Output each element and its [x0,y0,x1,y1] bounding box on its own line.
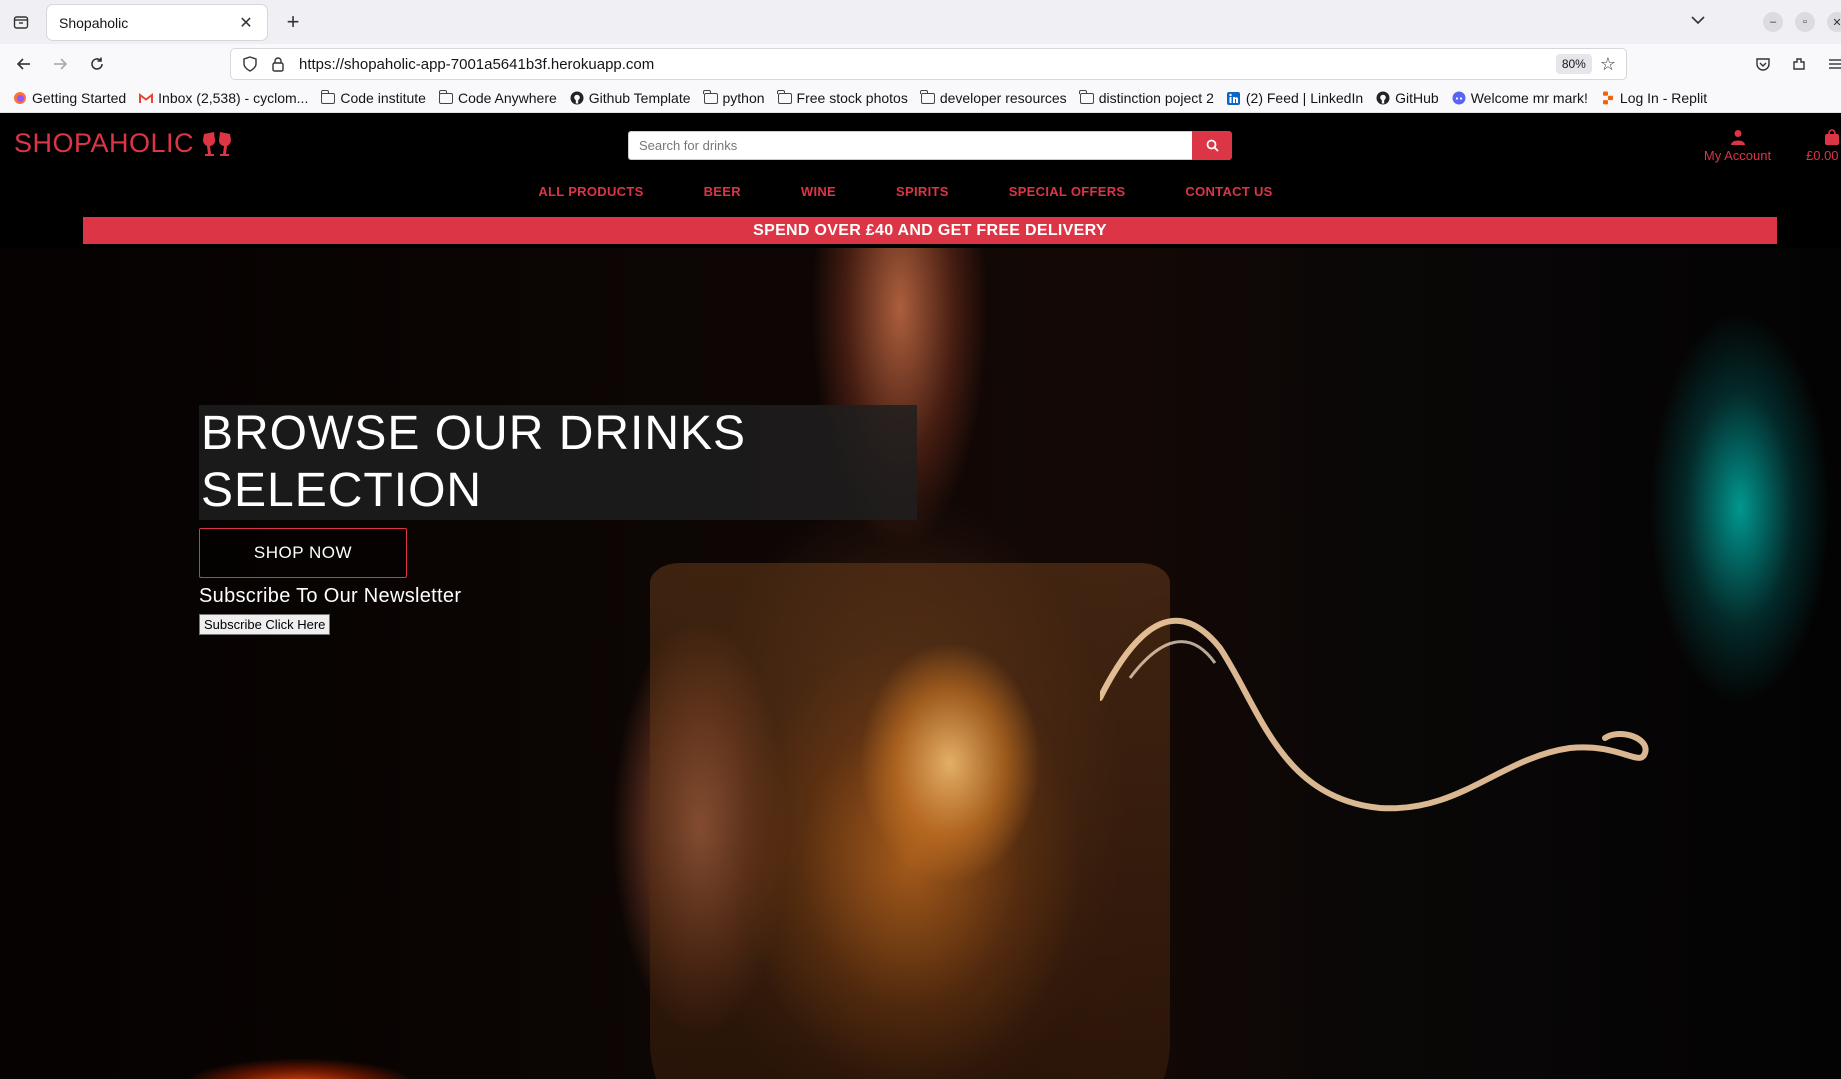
shop-now-button[interactable]: SHOP NOW [199,528,407,578]
folder-icon [920,89,936,105]
tab-title: Shopaholic [59,14,129,31]
hero-content: BROWSE OUR DRINKS SELECTION SHOP NOW Sub… [199,405,917,635]
search-input[interactable] [628,131,1192,160]
bookmark-github[interactable]: GitHub [1375,90,1439,106]
gmail-icon [138,91,154,105]
extensions-icon[interactable] [1787,52,1811,76]
tab-strip: Shopaholic ✕ + – ▫ ✕ [0,0,1841,44]
bookmarks-toolbar: Getting Started Inbox (2,538) - cyclom..… [0,84,1841,113]
delivery-banner: SPEND OVER £40 AND GET FREE DELIVERY [83,217,1777,244]
whisky-glass-shape [650,563,1170,1079]
shopping-bag-icon [1825,129,1839,145]
bookmark-developer-resources[interactable]: developer resources [920,89,1067,106]
hero-image [0,248,1841,1079]
bookmark-code-institute[interactable]: Code institute [320,89,426,106]
close-window-icon[interactable]: ✕ [1827,12,1841,32]
url-bar[interactable]: https://shopaholic-app-7001a5641b3f.hero… [230,48,1627,80]
minimize-icon[interactable]: – [1763,12,1783,32]
my-account-link[interactable]: My Account [1690,129,1785,163]
nav-special-offers[interactable]: SPECIAL OFFERS [1009,184,1126,206]
github-icon [1375,91,1391,105]
url-text[interactable]: https://shopaholic-app-7001a5641b3f.hero… [299,56,1556,73]
chevron-down-icon[interactable] [1691,12,1705,28]
nav-wine[interactable]: WINE [801,184,836,206]
bookmark-inbox[interactable]: Inbox (2,538) - cyclom... [138,90,308,106]
folder-icon [777,89,793,105]
search-bar [628,131,1232,160]
logo-text: SHOPAHOLIC [14,128,195,158]
browser-tab[interactable]: Shopaholic ✕ [47,5,267,40]
back-icon[interactable] [12,52,36,76]
bookmark-replit[interactable]: Log In - Replit [1600,90,1707,106]
linkedin-icon [1226,91,1242,105]
hero-heading-box: BROWSE OUR DRINKS SELECTION [199,405,917,520]
bookmark-linkedin[interactable]: (2) Feed | LinkedIn [1226,90,1363,106]
hero-heading-line2: SELECTION [201,464,483,517]
bookmark-star-icon[interactable]: ☆ [1600,54,1616,75]
web-page: SHOPAHOLIC My Account £0.00 ALL PRODUCTS… [0,113,1841,1079]
bookmark-github-template[interactable]: Github Template [569,90,691,106]
hero-heading-line1: BROWSE OUR DRINKS [201,407,747,460]
folder-icon [1079,89,1095,105]
lock-icon[interactable] [265,51,291,77]
bookmark-python[interactable]: python [703,89,765,106]
subscribe-button[interactable]: Subscribe Click Here [199,614,331,635]
user-icon [1730,130,1745,145]
bookmark-distinction-project[interactable]: distinction poject 2 [1079,89,1214,106]
folder-icon [703,89,719,105]
search-button[interactable] [1192,131,1232,160]
navigation-toolbar: https://shopaholic-app-7001a5641b3f.hero… [0,44,1841,84]
wine-glasses-icon [203,131,232,156]
forward-icon[interactable] [48,52,72,76]
site-logo[interactable]: SHOPAHOLIC [14,128,234,159]
new-tab-icon[interactable]: + [281,10,305,34]
main-navigation: ALL PRODUCTS BEER WINE SPIRITS SPECIAL O… [0,184,1841,206]
shopping-bag-link[interactable]: £0.00 [1806,129,1840,163]
delivery-banner-text: SPEND OVER £40 AND GET FREE DELIVERY [753,221,1107,239]
browser-chrome: Shopaholic ✕ + – ▫ ✕ https://shopaholic-… [0,0,1841,113]
bookmark-discord[interactable]: Welcome mr mark! [1451,90,1588,106]
nav-contact-us[interactable]: CONTACT US [1185,184,1272,206]
nav-beer[interactable]: BEER [704,184,741,206]
menu-icon[interactable] [1823,52,1841,76]
nav-all-products[interactable]: ALL PRODUCTS [538,184,643,206]
shield-icon[interactable] [237,51,263,77]
hero-heading: BROWSE OUR DRINKS SELECTION [201,405,915,519]
bag-total: £0.00 [1806,148,1839,163]
search-icon [1206,139,1219,152]
site-header: SHOPAHOLIC My Account £0.00 [0,113,1841,168]
bookmark-getting-started[interactable]: Getting Started [12,90,126,106]
account-label: My Account [1703,148,1772,163]
firefox-icon [12,91,28,105]
pocket-icon[interactable] [1751,52,1775,76]
folder-icon [438,89,454,105]
bookmark-free-stock-photos[interactable]: Free stock photos [777,89,908,106]
newsletter-title: Subscribe To Our Newsletter [199,585,462,607]
discord-icon [1451,91,1467,105]
liquid-splash [1100,617,1649,812]
folder-icon [320,89,336,105]
nav-spirits[interactable]: SPIRITS [896,184,949,206]
replit-icon [1600,91,1616,105]
bookmark-code-anywhere[interactable]: Code Anywhere [438,89,557,106]
tab-close-icon[interactable]: ✕ [237,13,255,33]
tab-list-icon[interactable] [10,11,32,33]
reload-icon[interactable] [85,52,109,76]
restore-icon[interactable]: ▫ [1795,12,1815,32]
zoom-level[interactable]: 80% [1555,54,1592,74]
github-icon [569,91,585,105]
